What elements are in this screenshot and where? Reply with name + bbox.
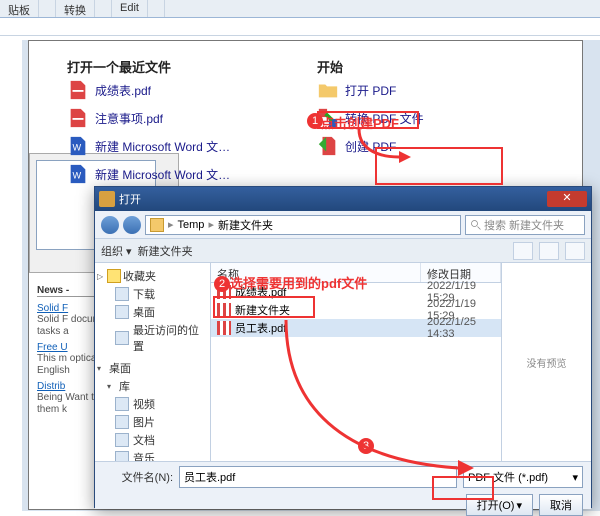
annotation-box-3 [432, 476, 494, 500]
documents-icon [115, 433, 129, 447]
sidebar-item-desktop[interactable]: 桌面 [97, 303, 208, 321]
filename-value: 员工表.pdf [184, 469, 235, 485]
sidebar-item-documents[interactable]: 文档 [97, 431, 208, 449]
downloads-icon [115, 287, 129, 301]
nav-back-icon[interactable] [101, 216, 119, 234]
recent-file-label: 新建 Microsoft Word 文… [95, 138, 230, 155]
music-icon [115, 451, 129, 461]
star-icon [107, 269, 121, 283]
dialog-title: 打开 [119, 191, 543, 207]
annotation-box-2 [213, 296, 315, 318]
folder-open-icon [317, 79, 339, 101]
nav-sidebar: ▷收藏夹 下载 桌面 最近访问的位置 ▾桌面 ▾库 视频 图片 文档 音乐 Ju… [95, 263, 211, 461]
address-bar[interactable]: ▸ Temp▸ 新建文件夹 [145, 215, 461, 235]
annotation-arrow-3 [282, 316, 482, 484]
sidebar-item-videos[interactable]: 视频 [97, 395, 208, 413]
recent-file-label: 新建 Microsoft Word 文… [95, 166, 230, 183]
word-icon: W [67, 135, 89, 157]
sidebar-item-music[interactable]: 音乐 [97, 449, 208, 461]
recent-file-label: 注意事项.pdf [95, 110, 163, 127]
preview-pane: 没有预览 [501, 263, 591, 461]
recent-file-item[interactable]: W 新建 Microsoft Word 文… [67, 132, 277, 160]
recent-icon [115, 331, 129, 345]
recent-file-item[interactable]: W 新建 Microsoft Word 文… [67, 160, 277, 188]
create-pdf-icon [317, 135, 339, 157]
chevron-down-icon: ▾ [516, 499, 522, 512]
ribbon-tabs: 贴板 转换 Edit [0, 0, 600, 18]
filename-label: 文件名(N): [103, 469, 173, 485]
tab-convert[interactable]: 转换 [56, 0, 95, 17]
sidebar-group-desktop[interactable]: ▾桌面 [97, 359, 208, 377]
svg-text:W: W [73, 171, 82, 181]
annotation-badge-1: 1 [307, 113, 323, 129]
search-placeholder: 搜索 新建文件夹 [484, 217, 564, 233]
pdf-icon [67, 107, 89, 129]
sidebar-group-favorites[interactable]: ▷收藏夹 [97, 267, 208, 285]
file-name: 员工表.pdf [235, 320, 286, 336]
sidebar-item-pictures[interactable]: 图片 [97, 413, 208, 431]
annotation-text-2: 选择需要用到的pdf文件 [230, 273, 367, 292]
videos-icon [115, 397, 129, 411]
annotation-badge-2: 2 [214, 276, 230, 292]
nav-forward-icon[interactable] [123, 216, 141, 234]
desktop-icon [115, 305, 129, 319]
chevron-down-icon: ▾ [572, 471, 578, 484]
tab-edit[interactable]: Edit [112, 0, 148, 17]
sidebar-item-recent-places[interactable]: 最近访问的位置 [97, 321, 208, 355]
help-button[interactable] [565, 242, 585, 260]
tab-clipboard[interactable]: 贴板 [0, 0, 39, 17]
recent-file-item[interactable]: 成绩表.pdf [67, 76, 277, 104]
path-segment[interactable]: Temp [178, 219, 205, 231]
search-icon [470, 219, 482, 231]
view-mode-button[interactable] [513, 242, 533, 260]
folder-icon [150, 218, 164, 232]
search-input[interactable]: 搜索 新建文件夹 [465, 215, 585, 235]
begin-header: 开始 [317, 57, 497, 76]
app-icon [99, 191, 115, 207]
preview-pane-button[interactable] [539, 242, 559, 260]
recent-files-header: 打开一个最近文件 [67, 57, 277, 76]
ribbon-body [0, 18, 600, 36]
path-segment[interactable]: 新建文件夹 [218, 217, 273, 233]
pdf-file-icon [217, 321, 231, 335]
open-pdf-item[interactable]: 打开 PDF [317, 76, 497, 104]
close-icon[interactable]: ✕ [547, 191, 587, 207]
recent-file-label: 成绩表.pdf [95, 82, 151, 99]
word-icon: W [67, 163, 89, 185]
no-preview-label: 没有预览 [527, 355, 567, 370]
pdf-icon [67, 79, 89, 101]
sidebar-group-libraries[interactable]: ▾库 [97, 377, 208, 395]
organize-button[interactable]: 组织 ▾ [101, 243, 132, 259]
recent-file-item[interactable]: 注意事项.pdf [67, 104, 277, 132]
new-folder-button[interactable]: 新建文件夹 [138, 243, 193, 259]
sidebar-item-downloads[interactable]: 下载 [97, 285, 208, 303]
pictures-icon [115, 415, 129, 429]
cancel-button[interactable]: 取消 [539, 494, 583, 516]
annotation-arrow-1 [355, 127, 415, 167]
begin-item-label: 打开 PDF [345, 82, 396, 99]
svg-text:W: W [73, 143, 82, 153]
dialog-titlebar[interactable]: 打开 ✕ [95, 187, 591, 211]
